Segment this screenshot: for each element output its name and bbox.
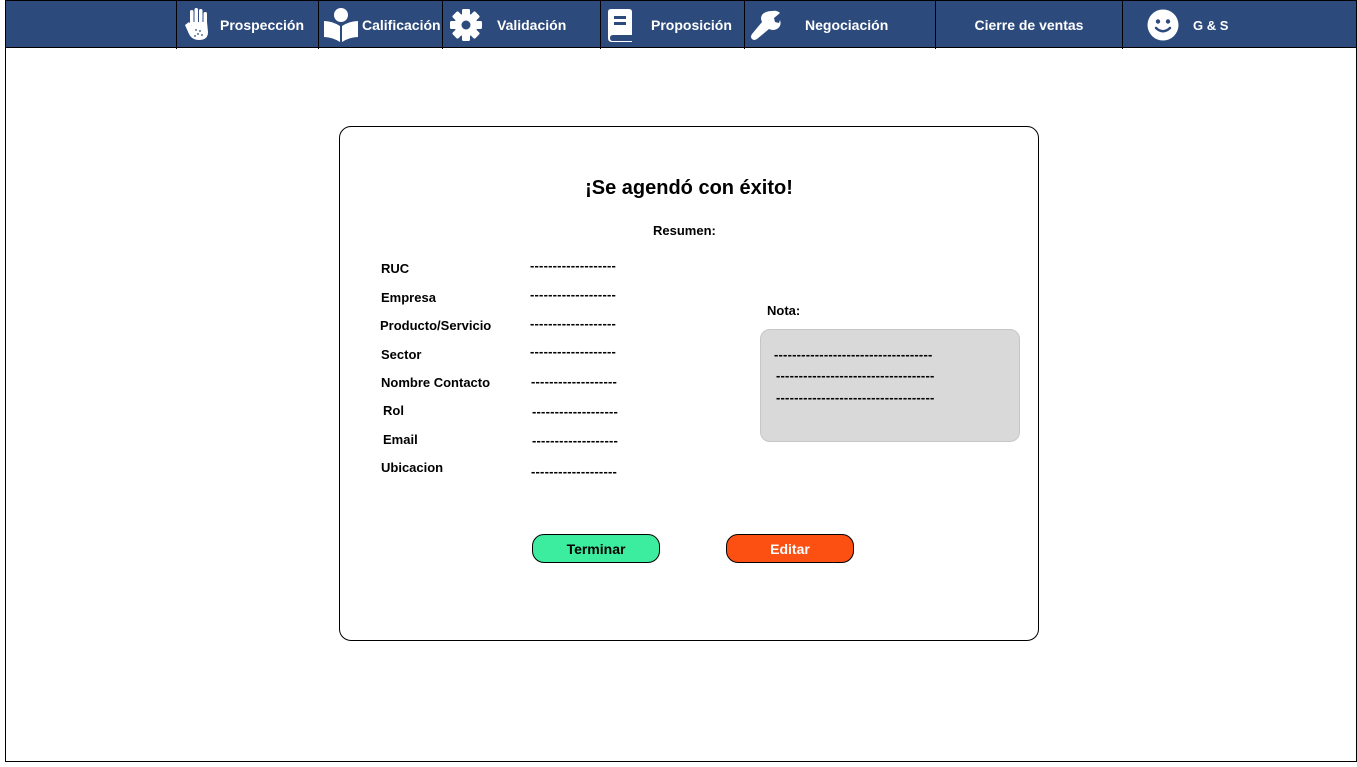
nav-proposicion[interactable]: Proposición bbox=[601, 1, 745, 49]
note-line: ----------------------------------- bbox=[774, 347, 933, 362]
field-value-empresa: ------------------- bbox=[530, 287, 617, 302]
nav-label: Proposición bbox=[651, 17, 732, 33]
field-label-producto-servicio: Producto/Servicio bbox=[380, 318, 492, 333]
smiley-icon bbox=[1147, 9, 1179, 41]
reading-person-icon bbox=[322, 7, 360, 43]
note-label: Nota: bbox=[767, 303, 801, 318]
field-value-sector: ------------------- bbox=[530, 344, 617, 359]
field-label-ubicacion: Ubicacion bbox=[381, 460, 444, 475]
field-label-email: Email bbox=[383, 432, 418, 447]
nav-label: Negociación bbox=[805, 17, 889, 33]
hand-icon bbox=[184, 8, 212, 42]
nav-validacion[interactable]: Validación bbox=[443, 1, 601, 49]
nav-calificacion[interactable]: Calificación bbox=[319, 1, 443, 49]
field-label-sector: Sector bbox=[381, 347, 422, 362]
field-value-rol: ------------------- bbox=[532, 404, 619, 419]
book-icon bbox=[607, 8, 633, 42]
finish-button[interactable]: Terminar bbox=[532, 534, 660, 563]
top-nav-bar: Prospección Calificación Validación Prop… bbox=[5, 0, 1357, 49]
user-label: G & S bbox=[1193, 17, 1229, 33]
success-dialog: ¡Se agendó con éxito! Resumen: RUC -----… bbox=[339, 126, 1039, 641]
gear-icon bbox=[449, 8, 483, 42]
nav-negociacion[interactable]: Negociación bbox=[745, 1, 936, 49]
field-value-email: ------------------- bbox=[532, 433, 619, 448]
field-label-nombre-contacto: Nombre Contacto bbox=[381, 375, 491, 390]
summary-label: Resumen: bbox=[653, 223, 716, 238]
nav-prospeccion[interactable]: Prospección bbox=[176, 1, 319, 49]
nav-label: Prospección bbox=[220, 17, 305, 33]
note-line: ----------------------------------- bbox=[776, 390, 935, 405]
wrench-icon bbox=[751, 10, 781, 40]
dialog-title: ¡Se agendó con éxito! bbox=[585, 177, 793, 199]
nav-label: Validación bbox=[497, 17, 567, 33]
field-value-ruc: ------------------- bbox=[530, 258, 617, 273]
note-box: ----------------------------------- ----… bbox=[760, 329, 1020, 442]
nav-label: Calificación bbox=[362, 17, 441, 33]
user-menu[interactable]: G & S bbox=[1123, 1, 1243, 49]
field-label-ruc: RUC bbox=[381, 261, 410, 276]
field-value-ubicacion: ------------------- bbox=[531, 464, 618, 479]
nav-cierre-de-ventas[interactable]: Cierre de ventas bbox=[936, 1, 1123, 49]
field-label-rol: Rol bbox=[383, 403, 404, 418]
note-line: ----------------------------------- bbox=[776, 368, 935, 383]
edit-button[interactable]: Editar bbox=[726, 534, 854, 563]
nav-label: Cierre de ventas bbox=[974, 17, 1084, 33]
field-value-nombre-contacto: ------------------- bbox=[531, 374, 618, 389]
field-label-empresa: Empresa bbox=[381, 290, 436, 305]
field-value-producto-servicio: ------------------- bbox=[530, 316, 617, 331]
